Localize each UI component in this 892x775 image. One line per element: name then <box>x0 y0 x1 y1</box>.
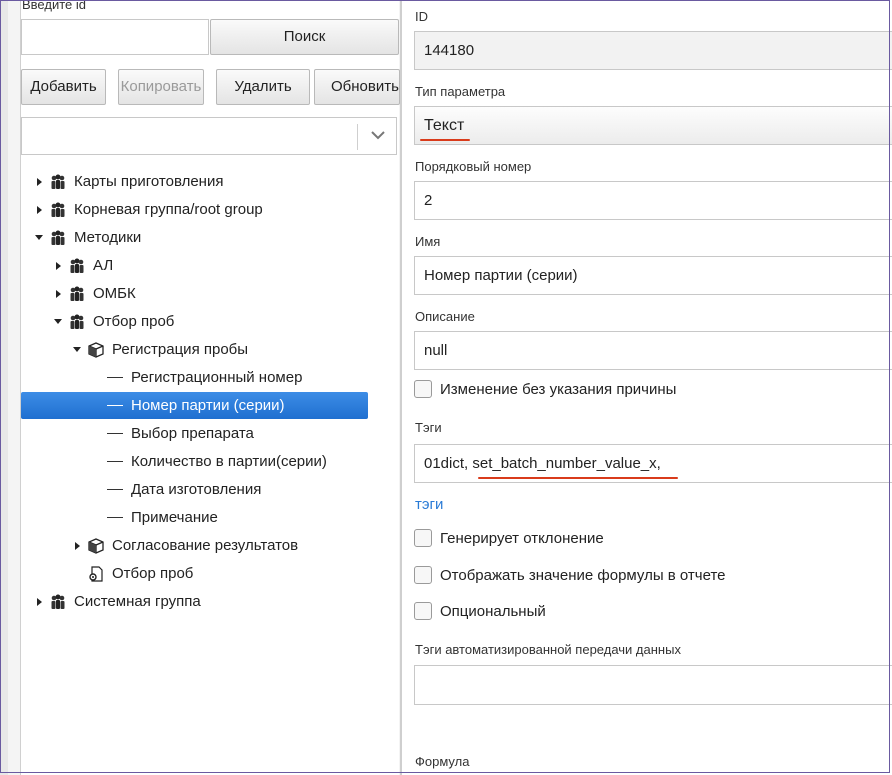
window-frame <box>0 0 890 773</box>
